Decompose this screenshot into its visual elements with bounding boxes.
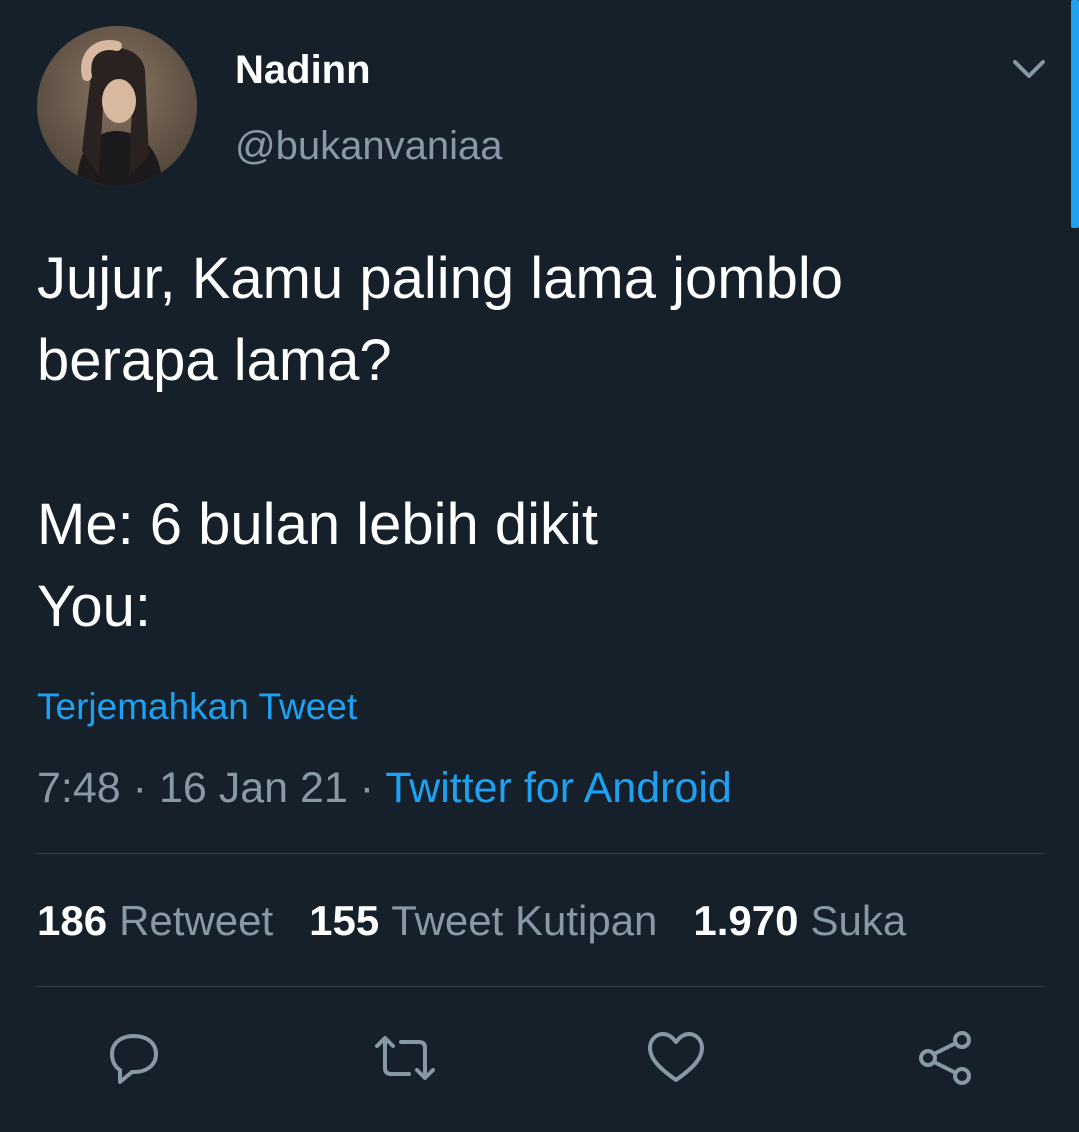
scrollbar[interactable] xyxy=(1071,0,1079,228)
tweet-line: Me: 6 bulan lebih dikit xyxy=(37,492,598,557)
divider xyxy=(37,853,1044,854)
tweet-source-link[interactable]: Twitter for Android xyxy=(385,764,732,812)
tweet-line: Jujur, Kamu paling lama jomblo xyxy=(37,246,843,311)
avatar-photo xyxy=(37,26,197,186)
reply-icon xyxy=(110,1034,158,1084)
display-name[interactable]: Nadinn xyxy=(235,48,371,93)
divider xyxy=(37,986,1044,987)
tweet-line: You: xyxy=(37,574,151,639)
meta-separator: · xyxy=(132,764,147,812)
tweet-date: 16 Jan 21 xyxy=(158,764,348,812)
chevron-down-icon[interactable] xyxy=(1011,56,1047,84)
tweet-time: 7:48 xyxy=(37,764,121,812)
like-button[interactable] xyxy=(644,1026,708,1090)
engagement-stats: 186 Retweet 155 Tweet Kutipan 1.970 Suka xyxy=(37,897,942,945)
retweet-count[interactable]: 186 Retweet xyxy=(37,897,273,945)
translate-tweet-link[interactable]: Terjemahkan Tweet xyxy=(37,686,357,728)
retweet-icon xyxy=(375,1036,435,1080)
tweet-meta: 7:48 · 16 Jan 21 · Twitter for Android xyxy=(37,764,732,813)
share-icon xyxy=(919,1031,971,1085)
tweet-line: berapa lama? xyxy=(37,328,392,393)
heart-icon xyxy=(648,1032,704,1082)
retweet-count-label: Retweet xyxy=(119,897,274,944)
reply-button[interactable] xyxy=(102,1026,166,1090)
user-handle[interactable]: @bukanvaniaa xyxy=(235,124,502,169)
like-count-label: Suka xyxy=(810,897,907,944)
quote-count-number: 155 xyxy=(309,897,380,944)
retweet-count-number: 186 xyxy=(37,897,108,944)
meta-separator: · xyxy=(359,764,375,812)
quote-count-label: Tweet Kutipan xyxy=(391,897,658,944)
tweet-text: Jujur, Kamu paling lama jomblo berapa la… xyxy=(37,238,1037,648)
quote-count[interactable]: 155 Tweet Kutipan xyxy=(309,897,657,945)
avatar[interactable] xyxy=(37,26,197,186)
retweet-button[interactable] xyxy=(373,1026,437,1090)
like-count[interactable]: 1.970 Suka xyxy=(693,897,906,945)
like-count-number: 1.970 xyxy=(693,897,799,944)
share-button[interactable] xyxy=(914,1026,978,1090)
